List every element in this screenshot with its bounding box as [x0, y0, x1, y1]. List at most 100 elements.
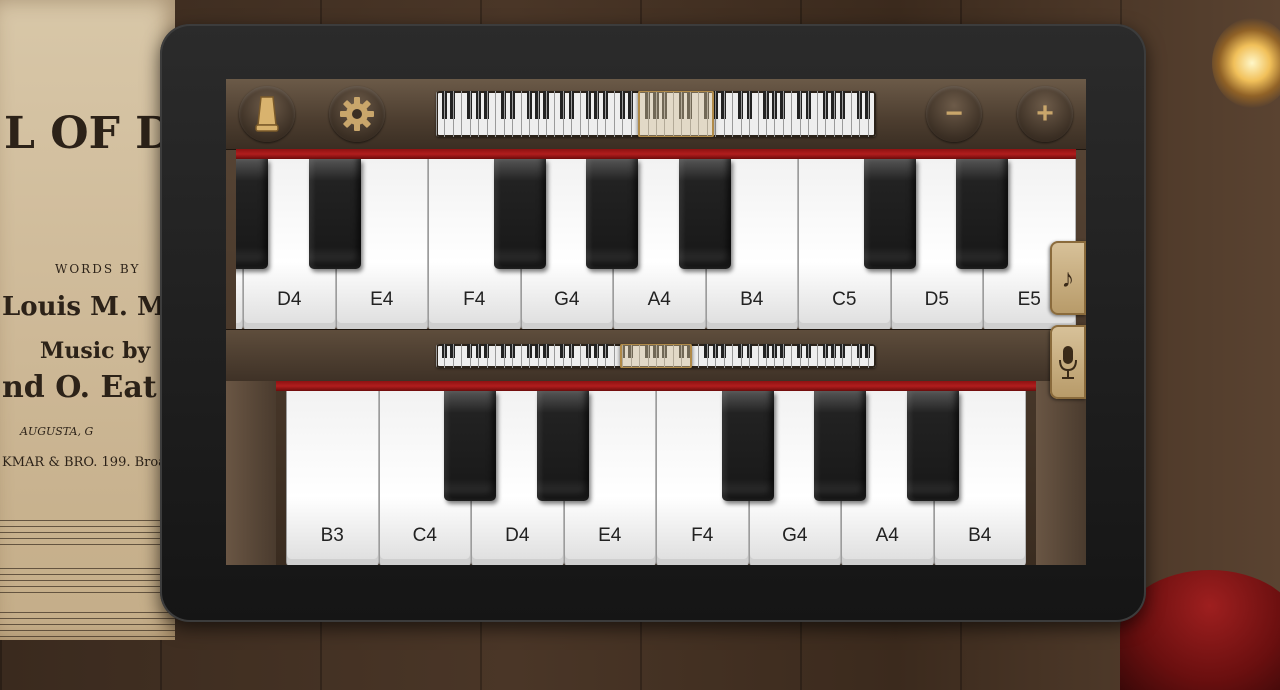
mini-key-separator: [816, 344, 818, 368]
sheet-line: WORDS BY: [55, 262, 141, 276]
mini-key-separator: [529, 91, 531, 137]
mini-key-separator: [749, 344, 751, 368]
mini-key-separator: [469, 91, 471, 137]
white-key[interactable]: B3: [286, 391, 379, 565]
black-key[interactable]: [814, 391, 866, 501]
mini-key-separator: [833, 344, 835, 368]
mini-key-separator: [486, 91, 488, 137]
mini-key-separator: [859, 91, 861, 137]
black-key[interactable]: [308, 159, 361, 269]
toolbar: − +: [226, 79, 1086, 150]
black-key[interactable]: [678, 159, 731, 269]
mini-key-separator: [799, 91, 801, 137]
keyboard-divider: [226, 329, 1086, 383]
mini-key-separator: [520, 91, 522, 137]
mini-key-separator: [816, 91, 818, 137]
zoom-out-button[interactable]: −: [926, 86, 982, 142]
sheet-line: KMAR & BRO. 199. Broa: [2, 455, 166, 470]
metronome-icon: [255, 96, 279, 132]
mini-key-separator: [588, 344, 590, 368]
keyboard-range-navigator-top[interactable]: [436, 91, 876, 137]
white-key-label: F4: [463, 289, 486, 310]
mini-key-separator: [520, 344, 522, 368]
mini-key-separator: [740, 344, 742, 368]
black-key[interactable]: [444, 391, 496, 501]
microphone-icon: [1059, 346, 1077, 379]
settings-button[interactable]: [329, 86, 385, 142]
mini-key-separator: [791, 91, 793, 137]
white-key-label: E5: [1017, 289, 1041, 310]
zoom-in-button[interactable]: +: [1017, 86, 1073, 142]
white-key-label: G4: [782, 525, 808, 546]
mini-key-separator: [766, 344, 767, 368]
mini-key-separator: [478, 344, 480, 368]
white-key-label: D4: [505, 525, 530, 546]
mini-key-separator: [622, 91, 624, 137]
mini-key-separator: [715, 91, 717, 137]
mini-key-separator: [867, 344, 869, 368]
mini-key-separator: [782, 91, 784, 137]
mini-key-separator: [825, 344, 827, 368]
black-key[interactable]: [906, 391, 959, 501]
felt-strip: [236, 149, 1076, 159]
piano-app-screen: − + D4 E4 F4 G4 A4 B4 C5 D5 E5 B3 C4 D4 E4 F4 G4 A4 B4 …: [226, 79, 1086, 565]
metronome-button[interactable]: [239, 86, 295, 142]
plus-icon: +: [1036, 97, 1054, 130]
mini-key-separator: [605, 91, 607, 137]
black-key[interactable]: [863, 159, 916, 269]
black-key[interactable]: [236, 159, 268, 269]
mini-key-separator: [630, 91, 632, 137]
mini-key-separator: [529, 344, 531, 368]
white-key-label: A4: [875, 525, 899, 546]
mini-key-separator: [613, 91, 615, 137]
mini-key-separator: [579, 91, 581, 137]
mini-key-separator: [486, 344, 488, 368]
keyboard-range-navigator-bottom[interactable]: [436, 344, 876, 368]
music-staff: [0, 612, 175, 642]
sheet-music-button[interactable]: ♪: [1050, 241, 1086, 315]
black-key[interactable]: [956, 159, 1008, 269]
white-key-label: E4: [370, 289, 394, 310]
visible-range-handle-top[interactable]: [638, 91, 714, 137]
mini-key-separator: [571, 344, 573, 368]
light-bulb-decoration: [1212, 18, 1280, 108]
mini-key-separator: [436, 91, 437, 137]
white-key-label: B3: [320, 525, 344, 546]
white-key-label: F4: [691, 525, 714, 546]
music-staff: [0, 568, 175, 598]
upper-keyboard: D4 E4 F4 G4 A4 B4 C5 D5 E5: [236, 149, 1076, 329]
mini-key-separator: [537, 91, 539, 137]
mini-key-separator: [850, 91, 852, 137]
mini-key-separator: [596, 344, 598, 368]
black-key[interactable]: [493, 159, 546, 269]
mini-key-separator: [495, 344, 497, 368]
sheet-line: Music by: [40, 338, 151, 364]
mini-key-separator: [774, 91, 776, 137]
mini-key-separator: [842, 91, 844, 137]
lower-keyboard: B3 C4 D4 E4 F4 G4 A4 B4: [276, 381, 1036, 565]
visible-range-handle-bottom[interactable]: [620, 344, 692, 368]
mini-key-separator: [859, 344, 861, 368]
sheet-line: nd O. Eat: [2, 370, 157, 405]
mini-key-separator: [749, 91, 751, 137]
black-key[interactable]: [536, 391, 589, 501]
wood-side-panel: [226, 381, 276, 565]
mini-key-separator: [766, 91, 767, 137]
mini-key-separator: [842, 344, 844, 368]
white-key-label: G4: [554, 289, 580, 310]
mini-key-separator: [461, 91, 463, 137]
mini-key-separator: [579, 344, 581, 368]
mini-key-separator: [757, 91, 759, 137]
mini-key-separator: [613, 344, 615, 368]
mini-key-separator: [478, 91, 480, 137]
mini-key-separator: [782, 344, 784, 368]
black-key[interactable]: [721, 391, 774, 501]
black-key[interactable]: [586, 159, 638, 269]
mini-key-separator: [757, 344, 759, 368]
white-key-label: C4: [412, 525, 437, 546]
sheet-music-background: L OF D WORDS BY Louis M. Montg Music by …: [0, 0, 232, 642]
record-button[interactable]: [1050, 325, 1086, 399]
mini-key-separator: [799, 344, 801, 368]
mini-key-separator: [503, 91, 505, 137]
mini-key-separator: [740, 91, 742, 137]
